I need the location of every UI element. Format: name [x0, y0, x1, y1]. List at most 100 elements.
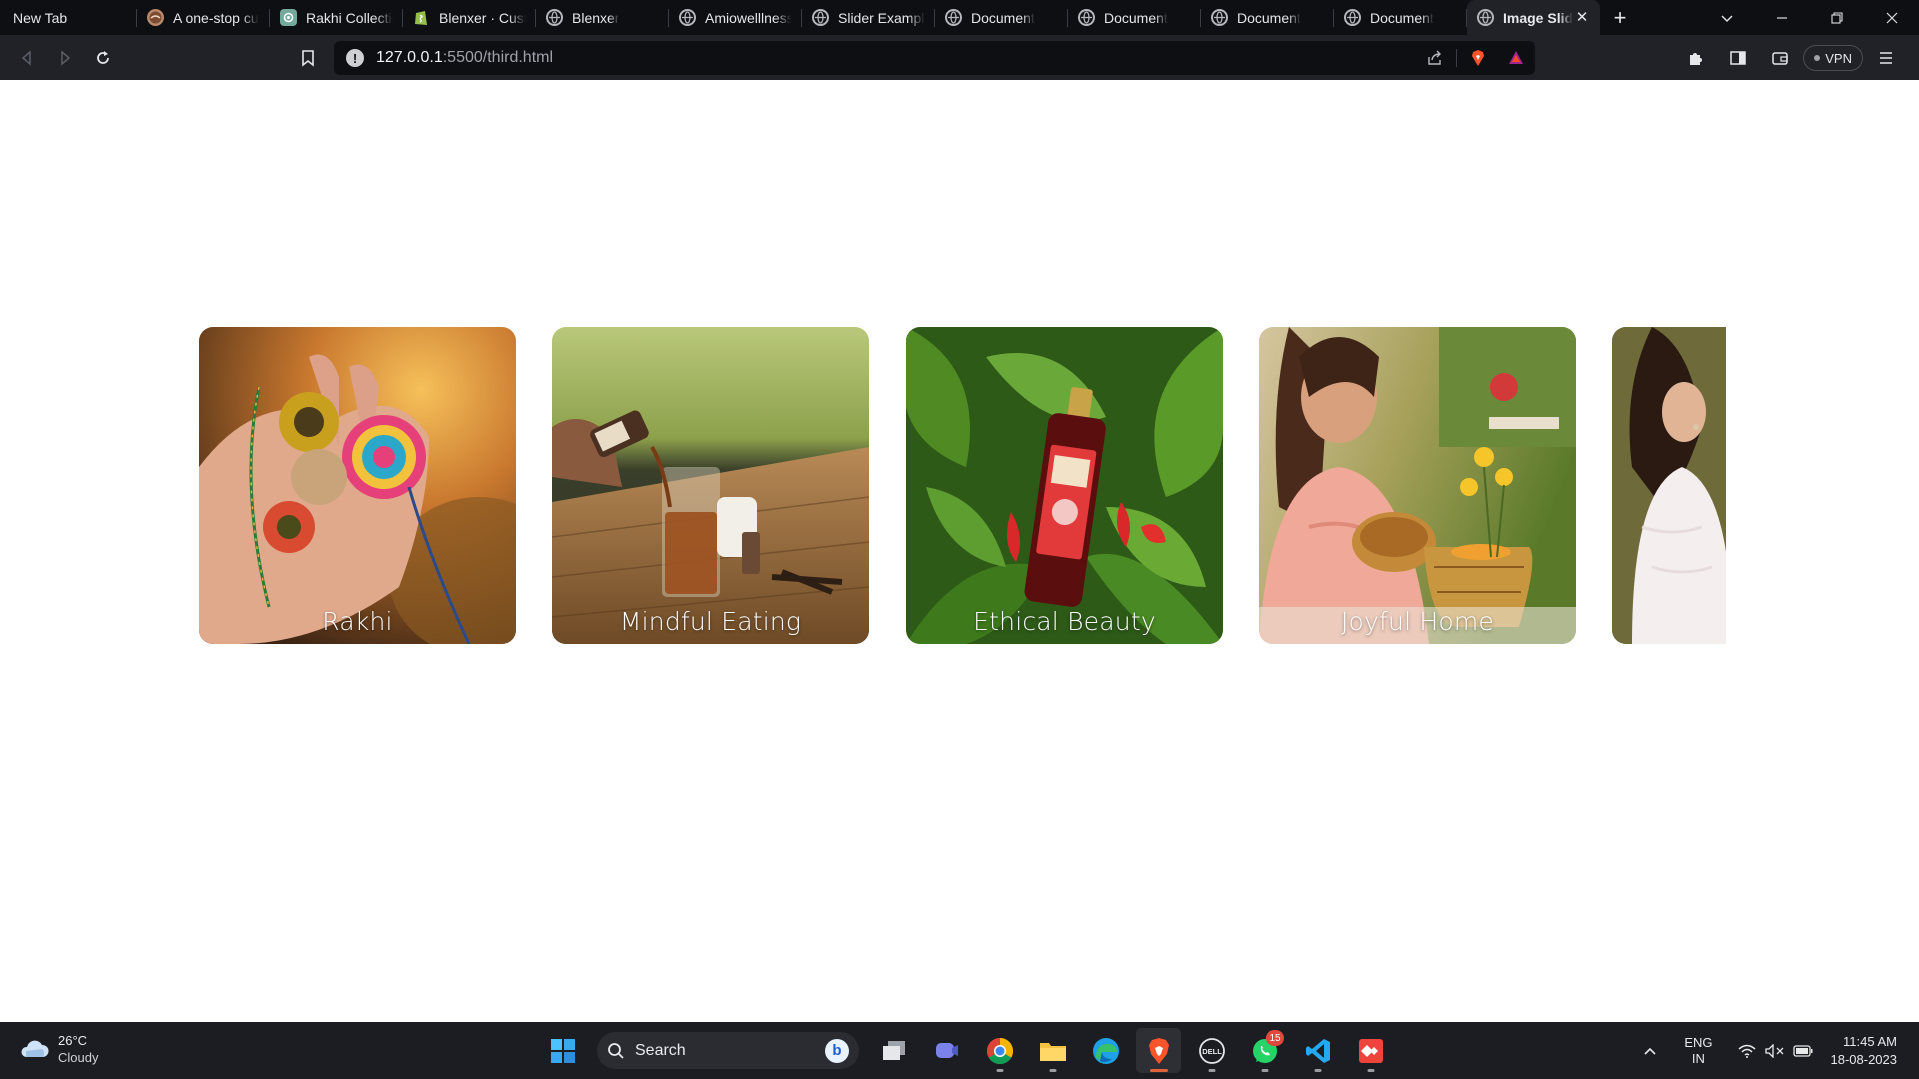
forward-icon[interactable]	[46, 42, 84, 74]
sidebar-icon[interactable]	[1719, 42, 1757, 74]
chevron-up-icon[interactable]	[1636, 1046, 1664, 1056]
minimize-icon[interactable]	[1754, 0, 1809, 35]
globe-icon	[1344, 9, 1361, 26]
slide-caption: Joyful Home	[1340, 607, 1495, 636]
start-button[interactable]	[540, 1028, 585, 1073]
page-content: Rakhi Mindful Eating Ethical Beauty Joyf…	[0, 80, 1919, 1022]
taskbar-search[interactable]: Search b	[597, 1032, 859, 1069]
slide-card-mindful-eating[interactable]: Mindful Eating	[552, 327, 869, 644]
tab-slider-example[interactable]: Slider Example	[802, 0, 935, 35]
edge-button[interactable]	[1083, 1028, 1128, 1073]
site-logo-icon	[147, 9, 164, 26]
cloud-icon	[21, 1040, 49, 1057]
clock[interactable]: 11:45 AM 18-08-2023	[1831, 1033, 1898, 1069]
dell-button[interactable]: DELL	[1189, 1028, 1234, 1073]
vpn-label: VPN	[1825, 50, 1852, 66]
tab-one-stop[interactable]: A one-stop cu	[137, 0, 270, 35]
joyful-home-image	[1259, 327, 1576, 644]
vpn-button[interactable]: VPN	[1803, 45, 1863, 71]
close-window-icon[interactable]	[1864, 0, 1919, 35]
slide-caption: Mindful Eating	[619, 607, 802, 636]
url-host: 127.0.0.1	[376, 49, 443, 66]
reload-icon[interactable]	[84, 42, 122, 74]
globe-icon	[1078, 9, 1095, 26]
bookmark-icon[interactable]	[289, 42, 327, 74]
file-explorer-button[interactable]	[1030, 1028, 1075, 1073]
brave-rewards-icon[interactable]	[1497, 42, 1535, 74]
tab-blenxer-customize[interactable]: Blenxer · Cust	[403, 0, 536, 35]
openai-icon	[280, 9, 297, 26]
anydesk-button[interactable]	[1348, 1028, 1393, 1073]
running-indicator	[1367, 1069, 1374, 1072]
vscode-button[interactable]	[1295, 1028, 1340, 1073]
whatsapp-button[interactable]: 15	[1242, 1028, 1287, 1073]
chrome-icon	[986, 1037, 1013, 1064]
new-tab-button[interactable]: +	[1600, 0, 1640, 35]
volume-muted-icon[interactable]	[1761, 1043, 1789, 1058]
tab-document-4[interactable]: Document	[1334, 0, 1467, 35]
ethical-beauty-image	[906, 327, 1223, 644]
brave-shields-icon[interactable]	[1459, 42, 1497, 74]
address-bar[interactable]: ! 127.0.0.1:5500/third.html	[334, 41, 1535, 75]
windows-taskbar: 26°C Cloudy Search b DELL 15 ENG IN 11:4…	[0, 1022, 1919, 1079]
restore-icon[interactable]	[1809, 0, 1864, 35]
tab-new-tab[interactable]: New Tab	[0, 0, 137, 35]
woman-portrait-image	[1612, 327, 1726, 644]
vpn-status-dot	[1814, 55, 1821, 61]
folder-icon	[1039, 1042, 1066, 1061]
wifi-icon[interactable]	[1733, 1044, 1761, 1058]
slide-card-partial[interactable]	[1612, 327, 1726, 644]
back-icon[interactable]	[8, 42, 46, 74]
tab-title: Blenxer	[572, 9, 620, 26]
tab-title: Amiowelllness	[705, 9, 792, 26]
tab-title: Document	[1104, 9, 1168, 26]
globe-icon	[679, 9, 696, 26]
image-slider[interactable]: Rakhi Mindful Eating Ethical Beauty Joyf…	[199, 327, 1726, 644]
tab-search-chevron-icon[interactable]	[1699, 0, 1754, 35]
clock-time: 11:45 AM	[1843, 1033, 1897, 1049]
site-info-icon[interactable]: !	[346, 49, 364, 67]
notification-badge: 15	[1266, 1030, 1284, 1046]
teams-chat-icon	[935, 1042, 958, 1058]
globe-icon	[812, 9, 829, 26]
weather-widget[interactable]: 26°C Cloudy	[18, 1032, 98, 1066]
mindful-eating-image	[552, 327, 869, 644]
teams-chat-button[interactable]	[924, 1028, 969, 1073]
chrome-button[interactable]	[977, 1028, 1022, 1073]
anydesk-icon	[1358, 1038, 1383, 1063]
brave-button[interactable]	[1136, 1028, 1181, 1073]
tab-document-3[interactable]: Document	[1201, 0, 1334, 35]
slide-caption: Rakhi	[322, 607, 393, 636]
running-indicator	[1314, 1069, 1321, 1072]
wallet-icon[interactable]	[1761, 42, 1799, 74]
globe-icon	[1211, 9, 1228, 26]
tab-title: Slider Example	[838, 9, 925, 26]
running-indicator	[1208, 1069, 1215, 1072]
tab-document-2[interactable]: Document	[1068, 0, 1201, 35]
extensions-icon[interactable]	[1677, 42, 1715, 74]
slide-card-ethical-beauty[interactable]: Ethical Beauty	[906, 327, 1223, 644]
tab-image-slider[interactable]: Image Slid ✕	[1467, 0, 1600, 35]
tab-document-1[interactable]: Document	[935, 0, 1068, 35]
globe-icon	[945, 9, 962, 26]
lang-line-1: ENG	[1684, 1034, 1713, 1050]
browser-toolbar: ! 127.0.0.1:5500/third.html VPN	[0, 35, 1919, 80]
vscode-icon	[1305, 1038, 1330, 1063]
bing-icon[interactable]: b	[825, 1038, 849, 1063]
tab-blenxer[interactable]: Blenxer	[536, 0, 669, 35]
close-tab-icon[interactable]: ✕	[1572, 7, 1592, 27]
battery-icon[interactable]	[1789, 1044, 1817, 1057]
slide-card-joyful-home[interactable]: Joyful Home	[1259, 327, 1576, 644]
slide-card-rakhi[interactable]: Rakhi	[199, 327, 516, 644]
tab-title: Document	[971, 9, 1035, 26]
share-icon[interactable]	[1416, 42, 1454, 74]
system-tray: ENG IN 11:45 AM 18-08-2023	[1636, 1022, 1919, 1079]
tab-rakhi-collection[interactable]: Rakhi Collectio	[270, 0, 403, 35]
running-indicator	[996, 1069, 1003, 1072]
task-view-button[interactable]	[871, 1028, 916, 1073]
weather-condition: Cloudy	[58, 1050, 99, 1065]
tab-amiowellness[interactable]: Amiowelllness	[669, 0, 802, 35]
menu-icon[interactable]	[1867, 42, 1905, 74]
language-indicator[interactable]: ENG IN	[1684, 1035, 1712, 1067]
search-label: Search	[635, 1041, 686, 1059]
